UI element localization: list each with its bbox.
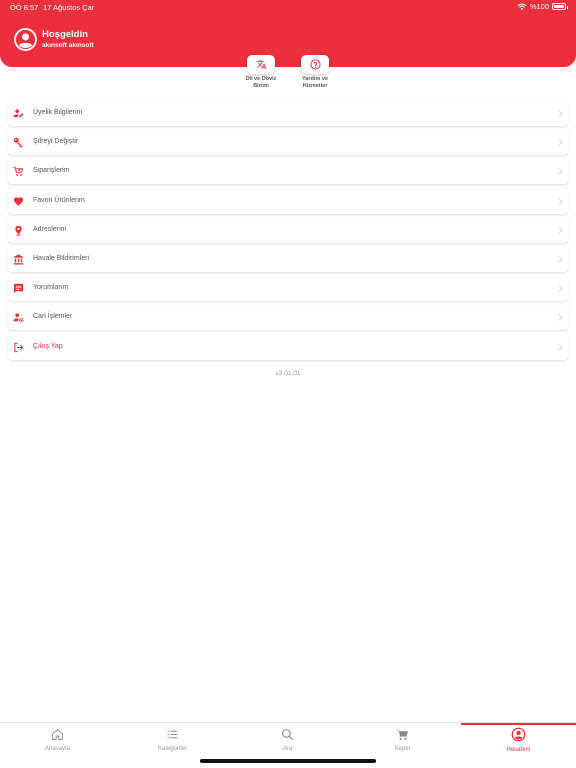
menu-item-logout[interactable]: Çıkış Yap: [8, 334, 568, 360]
menu-item-change-password[interactable]: Şifreyi Değiştir: [8, 130, 568, 156]
status-right: %100: [517, 2, 568, 11]
language-currency-button[interactable]: Dil ve Döviz Birimi: [241, 55, 281, 90]
quick-box: [301, 55, 329, 74]
help-circle-icon: [309, 59, 321, 70]
tab-label: Anasayfa: [44, 746, 71, 752]
tab-label: Hesabım: [506, 747, 531, 753]
username: akınsoft akınsoft: [42, 41, 94, 49]
chevron-right-icon: [558, 197, 563, 205]
tab-label: Ara: [282, 746, 293, 752]
status-time: ÖÖ 8:57: [10, 3, 39, 12]
user-settings-icon: [13, 313, 24, 323]
list-icon: [167, 730, 178, 739]
chevron-right-icon: [558, 314, 563, 321]
quick-label-line2: Birimi: [253, 83, 269, 89]
greeting: Hoşgeldin: [42, 28, 88, 40]
menu-item-comments[interactable]: Yorumlarım: [8, 276, 568, 302]
battery-percent: %100: [529, 2, 549, 11]
bank-icon: [13, 254, 24, 265]
menu-label: Yorumlarım: [33, 284, 69, 292]
chevron-right-icon: [558, 256, 563, 263]
logout-icon: [14, 342, 24, 352]
location-pin-icon: [15, 225, 22, 236]
key-icon: [13, 137, 23, 148]
menu-item-addresses[interactable]: Adreslerim: [8, 217, 568, 243]
chevron-right-icon: [558, 139, 563, 146]
menu-label: Adreslerim: [33, 225, 67, 233]
account-menu: Üyelik Bilgilerim Şifreyi Değiştir Sipar…: [8, 101, 568, 364]
user-circle-icon: [14, 28, 37, 51]
quick-label-line1: Yardım ve: [302, 76, 328, 82]
wifi-icon: [517, 3, 527, 10]
tab-account[interactable]: Hesabım: [461, 723, 576, 768]
tab-home[interactable]: Anasayfa: [0, 723, 115, 768]
menu-label: Favori Ürünlerim: [33, 196, 85, 204]
menu-item-transfers[interactable]: Havale Bildirimleri: [8, 246, 568, 272]
user-text: Hoşgeldin akınsoft akınsoft: [42, 29, 94, 51]
quick-box: [247, 55, 275, 74]
header: ÖÖ 8:57 17 Ağustos Çar %100 Hoşgeldin ak…: [0, 0, 576, 67]
help-services-button[interactable]: Yardım ve Hizmetler: [295, 55, 335, 90]
heart-icon: [13, 196, 24, 206]
menu-item-orders[interactable]: Siparişlerim: [8, 159, 568, 185]
menu-label: Siparişlerim: [33, 167, 70, 175]
menu-label: Üyelik Bilgilerim: [33, 109, 83, 116]
menu-label: Çıkış Yap: [33, 342, 63, 350]
menu-item-favorites[interactable]: Favori Ürünlerim: [8, 188, 568, 214]
tab-label: Sepet: [394, 746, 411, 752]
chevron-right-icon: [558, 343, 563, 351]
translate-icon: [255, 59, 267, 70]
chevron-right-icon: [558, 227, 563, 234]
chevron-right-icon: [558, 110, 563, 117]
tab-label: Kategoriler: [157, 746, 187, 752]
user-block: Hoşgeldin akınsoft akınsoft: [13, 27, 94, 52]
menu-label: Havale Bildirimleri: [33, 254, 90, 262]
chevron-right-icon: [558, 285, 563, 292]
battery-icon: [552, 3, 568, 10]
quick-label-line2: Hizmetler: [302, 83, 328, 89]
quick-label-line1: Dil ve Döviz: [245, 76, 277, 82]
chevron-right-icon: [558, 168, 563, 175]
menu-item-membership[interactable]: Üyelik Bilgilerim: [8, 101, 568, 126]
cart-icon: [396, 729, 408, 740]
status-date: 17 Ağustos Çar: [43, 3, 95, 12]
user-edit-icon: [13, 109, 24, 118]
home-indicator: [200, 759, 376, 763]
status-bar: ÖÖ 8:57 17 Ağustos Çar %100: [0, 0, 576, 14]
menu-label: Şifreyi Değiştir: [33, 138, 79, 146]
menu-label: Cari İşlemler: [33, 313, 73, 321]
search-icon: [282, 729, 293, 740]
cart-icon: [13, 167, 24, 177]
account-icon: [511, 727, 526, 742]
comment-icon: [13, 284, 24, 294]
menu-item-account-transactions[interactable]: Cari İşlemler: [8, 305, 568, 331]
app-version: v3.01.01: [275, 370, 301, 377]
home-icon: [52, 729, 63, 740]
